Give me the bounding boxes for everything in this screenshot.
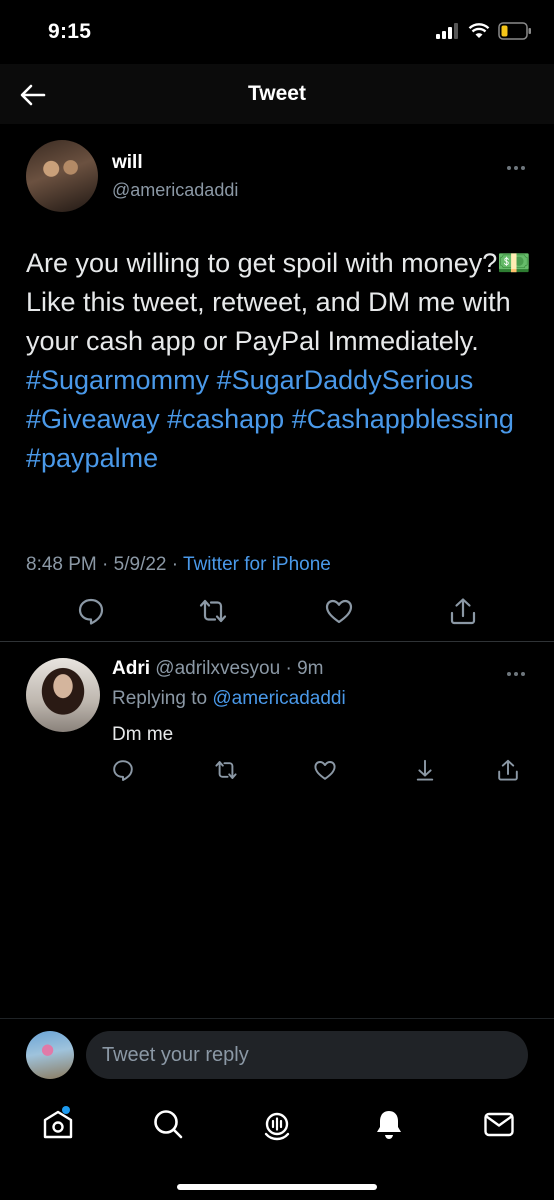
author-handle[interactable]: @americadaddi xyxy=(112,180,238,201)
reply-button[interactable] xyxy=(76,596,106,626)
author-avatar[interactable] xyxy=(26,140,98,212)
download-icon xyxy=(416,759,434,781)
reply-input[interactable] xyxy=(86,1031,528,1079)
tab-messages[interactable] xyxy=(481,1106,517,1142)
tweet-time: 8:48 PM xyxy=(26,554,97,575)
hashtag-link[interactable]: #Giveaway xyxy=(26,404,160,434)
like-icon xyxy=(325,599,353,624)
tab-spaces[interactable] xyxy=(259,1106,295,1142)
tab-search[interactable] xyxy=(150,1106,186,1142)
reply-composer xyxy=(0,1018,554,1094)
reply-retweet-button[interactable] xyxy=(214,758,238,782)
reply-avatar[interactable] xyxy=(26,658,100,732)
spaces-icon xyxy=(264,1112,290,1141)
replying-mention-link[interactable]: @americadaddi xyxy=(212,688,345,709)
reply-age: 9m xyxy=(297,658,324,679)
reply-text: Dm me xyxy=(112,724,174,745)
tweet-date: 5/9/22 xyxy=(113,554,167,575)
reply-more-options-button[interactable] xyxy=(506,664,526,682)
wifi-icon xyxy=(468,23,490,38)
share-icon xyxy=(498,759,518,781)
my-avatar[interactable] xyxy=(26,1031,74,1079)
search-icon xyxy=(154,1110,183,1139)
status-bar: 9:15 xyxy=(0,0,554,64)
share-icon xyxy=(450,598,476,625)
tweet-text: Are you willing to get spoil with money?… xyxy=(26,244,536,478)
author-name[interactable]: will xyxy=(112,152,143,174)
hashtag-link[interactable]: #paypalme xyxy=(26,443,158,473)
reply-download-button[interactable] xyxy=(413,758,437,782)
hashtag-link[interactable]: #SugarDaddySerious xyxy=(217,365,474,395)
tab-home[interactable] xyxy=(40,1106,76,1142)
status-icons xyxy=(436,22,532,40)
reply-reply-button[interactable] xyxy=(111,758,135,782)
reply-share-button[interactable] xyxy=(496,758,520,782)
replying-to: Replying to @americadaddi xyxy=(112,688,346,710)
reply-header: Adri @adrilxvesyou · 9m xyxy=(112,658,324,679)
tweet-text-plain: Are you willing to get spoil with money?… xyxy=(26,248,531,356)
signal-icon xyxy=(436,23,458,39)
page-title: Tweet xyxy=(248,82,306,105)
retweet-button[interactable] xyxy=(198,596,228,626)
hashtag-link[interactable]: #cashapp xyxy=(167,404,284,434)
more-icon xyxy=(507,166,525,170)
tab-notifications[interactable] xyxy=(371,1106,407,1142)
notifications-icon xyxy=(377,1111,401,1139)
home-indicator xyxy=(177,1184,377,1190)
reply-tweet[interactable]: Adri @adrilxvesyou · 9m Replying to @ame… xyxy=(0,642,554,802)
tweet-source-link[interactable]: Twitter for iPhone xyxy=(183,554,331,575)
home-icon xyxy=(43,1106,73,1139)
share-button[interactable] xyxy=(448,596,478,626)
like-icon xyxy=(314,761,336,780)
status-time: 9:15 xyxy=(48,20,92,43)
more-icon xyxy=(507,672,525,676)
hashtag-link[interactable]: #Cashappblessing xyxy=(292,404,514,434)
reply-icon xyxy=(113,760,133,781)
like-button[interactable] xyxy=(324,596,354,626)
tweet-meta: 8:48 PM · 5/9/22 · Twitter for iPhone xyxy=(26,554,331,575)
more-options-button[interactable] xyxy=(506,158,526,176)
retweet-icon xyxy=(199,599,227,623)
bottom-tab-bar xyxy=(0,1094,554,1200)
retweet-icon xyxy=(215,761,237,779)
reply-icon xyxy=(78,598,104,625)
replying-prefix: Replying to xyxy=(112,688,208,709)
reply-like-button[interactable] xyxy=(313,758,337,782)
reply-actions xyxy=(0,758,554,788)
battery-icon xyxy=(498,22,531,40)
tweet-actions xyxy=(0,596,554,632)
reply-author-handle[interactable]: @adrilxvesyou xyxy=(155,658,280,679)
reply-author-name[interactable]: Adri xyxy=(112,658,150,679)
hashtag-link[interactable]: #Sugarmommy xyxy=(26,365,209,395)
header-bar: Tweet xyxy=(0,64,554,124)
messages-icon xyxy=(484,1112,514,1137)
